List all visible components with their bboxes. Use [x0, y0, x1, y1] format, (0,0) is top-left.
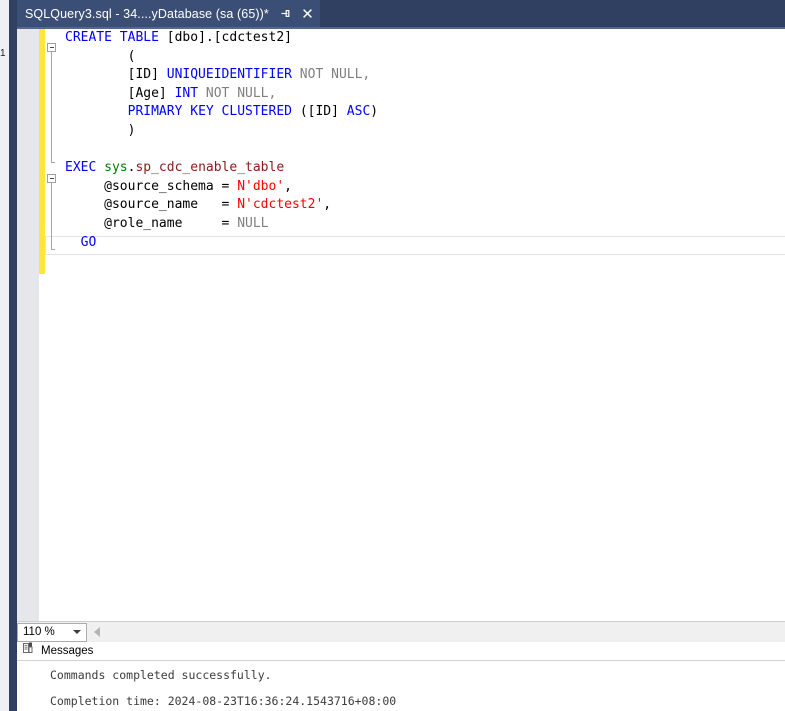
- code-token: NOT NULL,: [198, 85, 277, 101]
- results-pane: Messages Commands completed successfully…: [17, 642, 785, 711]
- code-token: UNIQUEIDENTIFIER: [166, 67, 292, 83]
- fold-guide-create-table: [51, 52, 52, 162]
- code-line[interactable]: CREATE TABLE [dbo].[cdctest2]: [65, 29, 785, 48]
- code-line[interactable]: [Age] INT NOT NULL,: [65, 85, 785, 104]
- messages-grid-icon: [23, 642, 36, 660]
- code-token: sys: [104, 160, 128, 176]
- tab-bar-underline: [17, 27, 785, 29]
- code-token: PRIMARY KEY CLUSTERED: [127, 104, 292, 120]
- messages-output[interactable]: Commands completed successfully. Complet…: [17, 661, 785, 710]
- code-token: [ID]: [65, 67, 167, 83]
- fold-guide-exec: [51, 183, 52, 249]
- code-line[interactable]: @source_name = N'cdctest2',: [65, 196, 785, 215]
- left-panel-clipped-label: 1: [0, 48, 6, 59]
- code-token: ,: [284, 178, 292, 194]
- code-token: ASC: [346, 104, 371, 120]
- fold-end-tick-exec: [51, 249, 55, 250]
- code-token: INT: [174, 85, 199, 101]
- editor-tab-bar: SQLQuery3.sql - 34....yDatabase (sa (65)…: [17, 0, 785, 27]
- code-text-area[interactable]: CREATE TABLE [dbo].[cdctest2] ( [ID] UNI…: [65, 29, 785, 621]
- zoom-level-dropdown[interactable]: 110 %: [17, 622, 87, 642]
- code-token: NULL: [237, 215, 269, 231]
- message-line: Commands completed successfully.: [50, 668, 272, 682]
- code-token: ): [370, 104, 379, 120]
- scroll-left-arrow-icon[interactable]: [94, 627, 100, 637]
- code-token: sp_cdc_enable_table: [135, 160, 285, 176]
- code-line[interactable]: ): [65, 122, 785, 141]
- fold-toggle-exec[interactable]: [47, 174, 56, 183]
- sql-editor[interactable]: CREATE TABLE [dbo].[cdctest2] ( [ID] UNI…: [17, 29, 785, 621]
- code-line[interactable]: [ID] UNIQUEIDENTIFIER NOT NULL,: [65, 66, 785, 85]
- code-token: @source_name =: [65, 197, 238, 213]
- code-line[interactable]: (: [65, 48, 785, 67]
- code-token: GO: [80, 234, 97, 250]
- code-token: TABLE: [119, 30, 159, 45]
- code-token: EXEC: [65, 160, 97, 176]
- message-line: Completion time: 2024-08-23T16:36:24.154…: [50, 694, 397, 708]
- editor-status-strip: 110 %: [17, 621, 785, 642]
- code-line[interactable]: GO: [65, 234, 785, 253]
- zoom-level-value: 110 %: [23, 626, 55, 638]
- code-token: N'dbo': [237, 178, 285, 194]
- code-token: [dbo].[cdctest2]: [158, 30, 292, 45]
- code-line[interactable]: @source_schema = N'dbo',: [65, 178, 785, 197]
- code-line[interactable]: PRIMARY KEY CLUSTERED ([ID] ASC): [65, 103, 785, 122]
- left-window-border: [9, 0, 17, 711]
- editor-gutter: [17, 29, 39, 621]
- code-token: CREATE: [65, 30, 112, 45]
- chevron-down-icon[interactable]: [73, 630, 81, 634]
- pin-icon[interactable]: [280, 8, 291, 19]
- code-token: [Age]: [65, 85, 175, 101]
- close-icon[interactable]: [302, 8, 313, 19]
- fold-toggle-create-table[interactable]: [47, 43, 56, 52]
- code-token: @role_name =: [65, 215, 238, 231]
- fold-end-tick-create-table: [51, 162, 55, 163]
- code-token: ([ID]: [292, 104, 347, 120]
- tab-title: SQLQuery3.sql - 34....yDatabase (sa (65)…: [25, 6, 269, 21]
- code-token: ): [65, 122, 136, 138]
- tab-messages[interactable]: Messages: [17, 642, 785, 661]
- code-token: NOT NULL,: [291, 67, 371, 83]
- code-token: (: [65, 48, 136, 64]
- code-line[interactable]: [65, 141, 785, 160]
- code-folding-column: [45, 29, 65, 621]
- code-line[interactable]: @role_name = NULL: [65, 215, 785, 234]
- code-token: N'cdctest2': [237, 197, 324, 213]
- code-token: @source_schema =: [65, 178, 238, 194]
- messages-tab-label: Messages: [41, 645, 94, 657]
- tab-sqlquery3[interactable]: SQLQuery3.sql - 34....yDatabase (sa (65)…: [17, 0, 320, 27]
- horizontal-scrollbar[interactable]: [89, 622, 785, 642]
- code-line[interactable]: EXEC sys.sp_cdc_enable_table: [65, 159, 785, 178]
- code-token: ,: [323, 197, 332, 213]
